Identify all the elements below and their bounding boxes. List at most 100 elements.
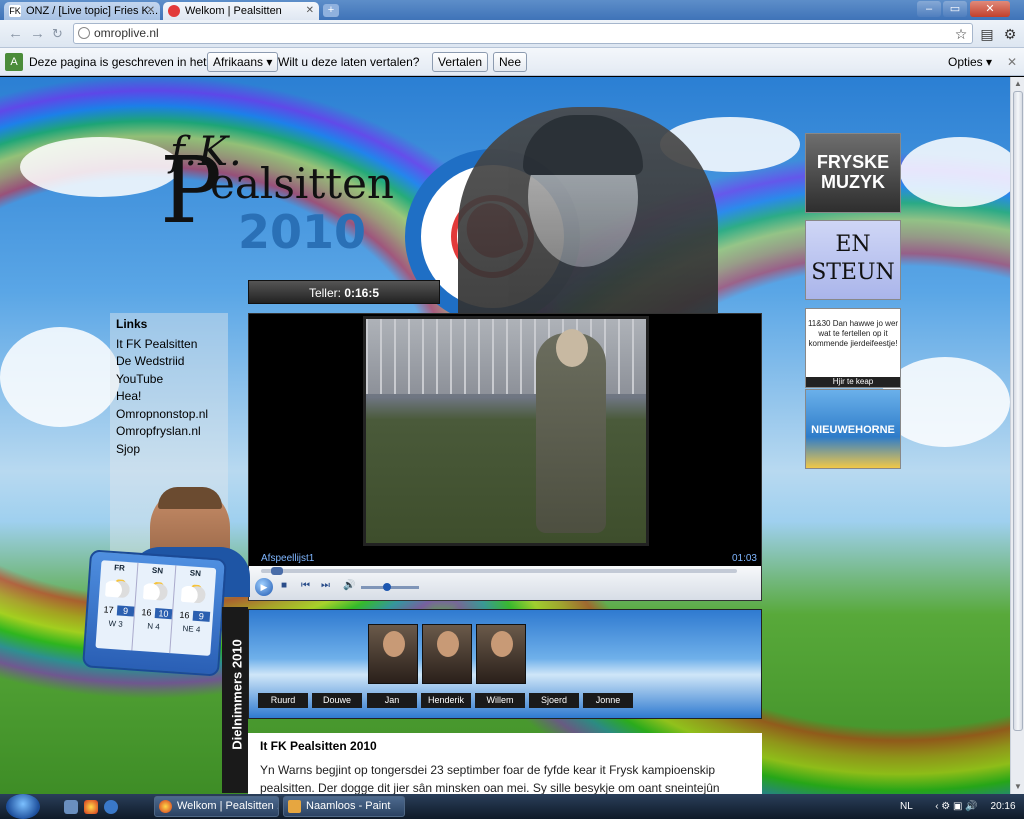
toolbar: ← → ↻ omroplive.nl ☆ ▤ ⚙ (0, 20, 1024, 48)
forward-icon[interactable]: → (30, 26, 45, 42)
wind: N 4 (147, 621, 161, 632)
page-icon[interactable]: ▤ (977, 24, 997, 44)
wind: W 3 (108, 618, 124, 629)
minimize-button[interactable]: – (917, 1, 941, 17)
fk-favicon: FK (9, 5, 21, 17)
participant-photo[interactable] (476, 624, 526, 684)
participant-name[interactable]: Willem (475, 693, 525, 708)
ad-fryske-muzyk[interactable]: FRYSKE MUZYK (805, 133, 901, 213)
seek-bar[interactable] (261, 567, 737, 575)
link-youtube[interactable]: YouTube (116, 372, 163, 386)
participant-name[interactable]: Jan (367, 693, 417, 708)
article: It FK Pealsitten 2010 Yn Warns begjint o… (248, 733, 762, 794)
back-icon[interactable]: ← (8, 26, 23, 42)
wind: NE 4 (182, 624, 201, 635)
playlist-label[interactable]: Afspeellijst1 (261, 553, 314, 564)
chrome-icon (159, 800, 172, 813)
address-bar[interactable]: omroplive.nl (73, 23, 973, 44)
taskbar: Welkom | Pealsitten ... Naamloos - Paint… (0, 794, 1024, 819)
ad-buy-link[interactable]: Hjir te keap (806, 377, 900, 387)
volume-icon[interactable]: 🔊 (343, 580, 355, 591)
cloud (0, 327, 120, 427)
previous-icon[interactable]: ⏮ (301, 580, 310, 591)
ad-en-steun[interactable]: EN STEUN (805, 220, 901, 300)
tab-onz[interactable]: FK ONZ / [Live topic] Fries K... ✕ (4, 2, 160, 20)
clock[interactable]: 20:16 (991, 801, 1016, 812)
counter: Teller: 0:16:5 (248, 280, 440, 304)
language-indicator[interactable]: NL (900, 801, 912, 812)
video-frame[interactable] (363, 316, 649, 546)
volume-slider[interactable] (361, 583, 419, 591)
tab-welkom[interactable]: Welkom | Pealsitten ✕ (163, 2, 319, 20)
video-player[interactable]: Afspeellijst1 01:03 ▶ ■ ⏮ ⏭ 🔊 (248, 313, 762, 601)
ie-icon[interactable] (104, 800, 118, 814)
cloud (900, 137, 1010, 207)
article-body: Yn Warns begjint op tongersdei 23 septim… (260, 763, 720, 794)
no-button[interactable]: Nee (493, 52, 528, 72)
tab-label: Welkom | Pealsitten (185, 5, 282, 17)
link-sjop[interactable]: Sjop (116, 442, 140, 456)
participant-name[interactable]: Jonne (583, 693, 633, 708)
language-dropdown[interactable]: Afrikaans ▾ (207, 52, 279, 72)
options-menu[interactable]: Opties ▾ (948, 48, 992, 76)
scroll-up-icon[interactable]: ▲ (1013, 79, 1023, 89)
browser-titlebar: FK ONZ / [Live topic] Fries K... ✕ Welko… (0, 0, 1024, 20)
new-tab-button[interactable]: + (323, 4, 339, 17)
window-close-button[interactable]: ✕ (970, 1, 1010, 17)
article-title: It FK Pealsitten 2010 (260, 739, 377, 753)
link-fk-pealsitten[interactable]: It FK Pealsitten (116, 337, 197, 351)
stop-icon[interactable]: ■ (281, 580, 287, 591)
link-hea[interactable]: Hea! (116, 389, 141, 403)
cloud-sun-icon (105, 578, 131, 599)
tray-icons[interactable]: ‹ ⚙ ▣ 🔊 (935, 801, 978, 812)
translate-text: Deze pagina is geschreven in het (29, 55, 207, 69)
seek-handle[interactable] (271, 567, 283, 575)
reload-icon[interactable]: ↻ (52, 26, 63, 42)
temp-low: 10 (154, 608, 173, 620)
close-icon[interactable]: ✕ (1007, 48, 1017, 76)
links-title: Links (116, 317, 148, 331)
ad-jierdeifeestje[interactable]: 11&30 Dan hawwe jo wer wat te fertellen … (805, 308, 901, 388)
next-icon[interactable]: ⏭ (321, 580, 330, 591)
participant-photo[interactable] (422, 624, 472, 684)
start-button[interactable] (6, 794, 40, 819)
participant-name[interactable]: Henderik (421, 693, 471, 708)
scroll-down-icon[interactable]: ▼ (1013, 782, 1023, 792)
address-text: omroplive.nl (94, 26, 159, 40)
maximize-button[interactable]: ▭ (943, 1, 967, 17)
temp-low: 9 (116, 605, 135, 617)
ad-nieuwehorne[interactable]: NIEUWEHORNE (805, 389, 901, 469)
temp-high: 16 (179, 609, 190, 621)
scrollbar[interactable]: ▲ ▼ (1010, 77, 1024, 794)
system-tray: NL ‹ ⚙ ▣ 🔊 20:16 (900, 794, 1016, 819)
translate-button[interactable]: Vertalen (432, 52, 489, 72)
cloud-sun-icon (180, 583, 207, 604)
link-omropnonstop[interactable]: Omropnonstop.nl (116, 407, 208, 421)
participant-name[interactable]: Sjoerd (529, 693, 579, 708)
show-desktop-icon[interactable] (64, 800, 78, 814)
task-paint[interactable]: Naamloos - Paint (283, 796, 405, 817)
omrop-favicon (168, 5, 180, 17)
temp-high: 16 (141, 607, 152, 618)
play-icon[interactable]: ▶ (255, 578, 273, 596)
weather-day: FR (113, 563, 126, 573)
temp-high: 17 (103, 604, 114, 616)
scroll-thumb[interactable] (1013, 91, 1023, 731)
close-icon[interactable]: ✕ (306, 2, 314, 20)
participant-name[interactable]: Ruurd (258, 693, 308, 708)
player-controls: ▶ ■ ⏮ ⏭ 🔊 (249, 566, 761, 600)
weather-widget[interactable]: FR 17 9 W 3 SN 16 10 N 4 SN 16 9 NE 4 (82, 549, 227, 677)
close-icon[interactable]: ✕ (147, 2, 155, 20)
link-omropfryslan[interactable]: Omropfryslan.nl (116, 424, 201, 438)
logo-name: ealsitten (210, 159, 394, 208)
task-chrome[interactable]: Welkom | Pealsitten ... (154, 796, 279, 817)
ad-text: 11&30 Dan hawwe jo wer wat te fertellen … (807, 319, 899, 348)
link-wedstriid[interactable]: De Wedstriid (116, 354, 184, 368)
wrench-icon[interactable]: ⚙ (1000, 24, 1020, 44)
participant-photo[interactable] (368, 624, 418, 684)
cloud-sun-icon (142, 581, 169, 601)
participant-name[interactable]: Douwe (312, 693, 362, 708)
star-icon[interactable]: ☆ (951, 24, 971, 44)
chrome-icon[interactable] (84, 800, 98, 814)
page-content: P f.K. ealsitten 2010 Teller: 0:16:5 Afs… (0, 77, 1010, 794)
